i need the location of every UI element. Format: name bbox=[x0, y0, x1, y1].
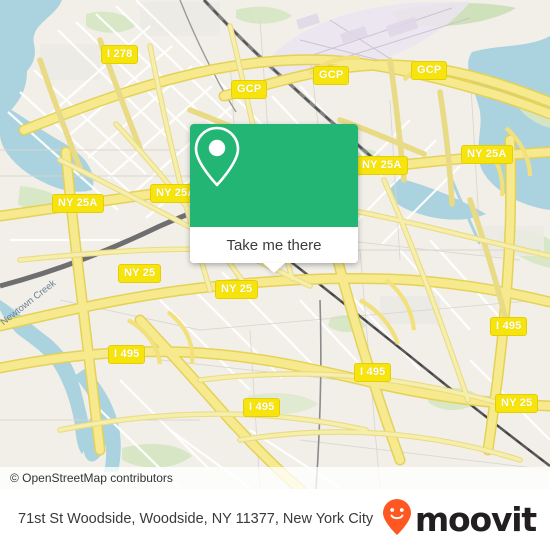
location-callout-card[interactable]: Take me there bbox=[190, 124, 358, 273]
road-shield: NY 25 bbox=[215, 280, 259, 299]
road-shield: I 495 bbox=[490, 317, 528, 336]
road-shield: NY 25A bbox=[356, 156, 408, 175]
callout-image-area bbox=[190, 124, 358, 227]
moovit-pin-icon bbox=[382, 498, 412, 541]
road-shield: I 495 bbox=[243, 398, 281, 417]
callout-tail bbox=[263, 263, 285, 273]
road-shield: NY 25 bbox=[118, 264, 162, 283]
moovit-logo[interactable]: moovit bbox=[382, 498, 537, 541]
map-canvas[interactable]: I 278 GCP GCP GCP NY 25A NY 25A NY 25A N… bbox=[0, 0, 550, 489]
road-shield: GCP bbox=[231, 80, 268, 99]
take-me-there-button[interactable]: Take me there bbox=[190, 227, 358, 263]
moovit-map-screen: I 278 GCP GCP GCP NY 25A NY 25A NY 25A N… bbox=[0, 0, 550, 550]
road-shield: NY 25 bbox=[495, 394, 539, 413]
road-shield: GCP bbox=[411, 61, 448, 80]
address-text: 71st St Woodside, Woodside, NY 11377, Ne… bbox=[18, 511, 374, 527]
road-shield: GCP bbox=[313, 66, 350, 85]
road-shield: NY 25A bbox=[461, 145, 513, 164]
moovit-wordmark: moovit bbox=[414, 500, 537, 539]
road-shield: NY 25A bbox=[52, 194, 104, 213]
osm-attribution[interactable]: © OpenStreetMap contributors bbox=[0, 467, 550, 489]
road-shield: I 278 bbox=[101, 45, 139, 64]
road-shield: I 495 bbox=[354, 363, 392, 382]
footer-bar: 71st St Woodside, Woodside, NY 11377, Ne… bbox=[0, 489, 550, 550]
road-shield: I 495 bbox=[108, 345, 146, 364]
